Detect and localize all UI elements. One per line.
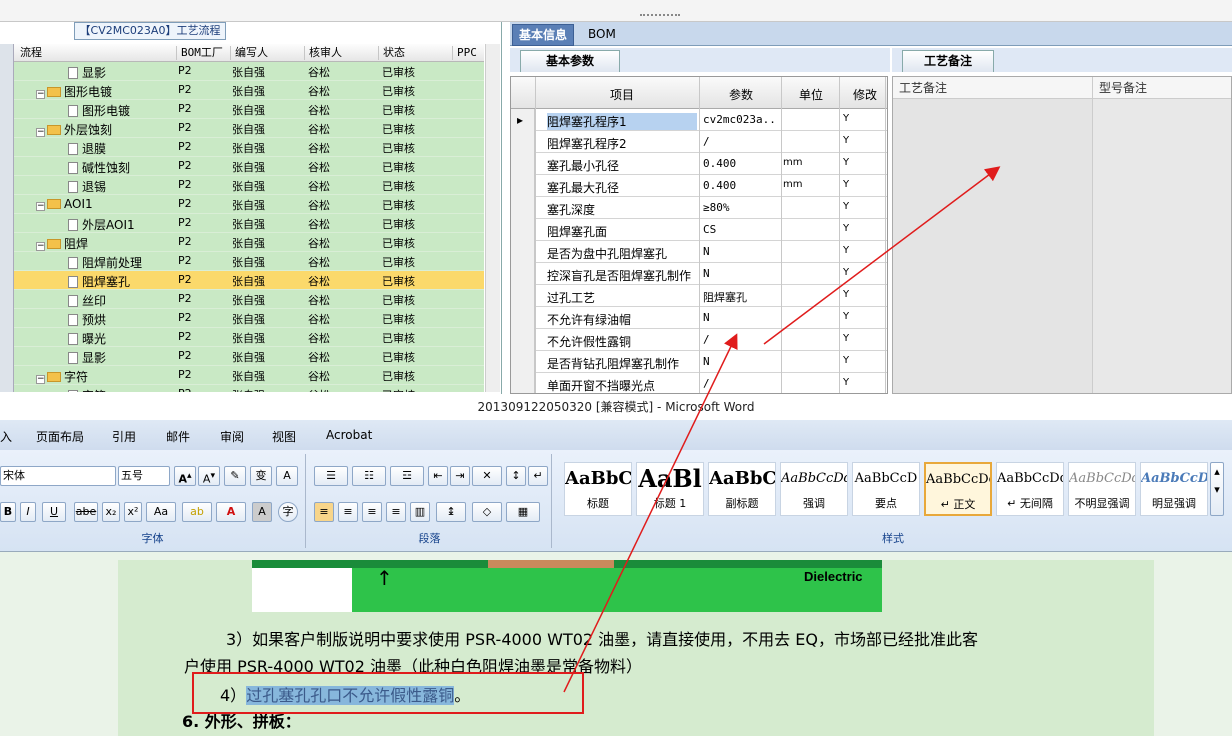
annotation-arrows — [563, 166, 1001, 693]
annotation-arrow-to-notes — [763, 166, 1001, 345]
annotation-arrow-to-grid — [563, 333, 738, 693]
